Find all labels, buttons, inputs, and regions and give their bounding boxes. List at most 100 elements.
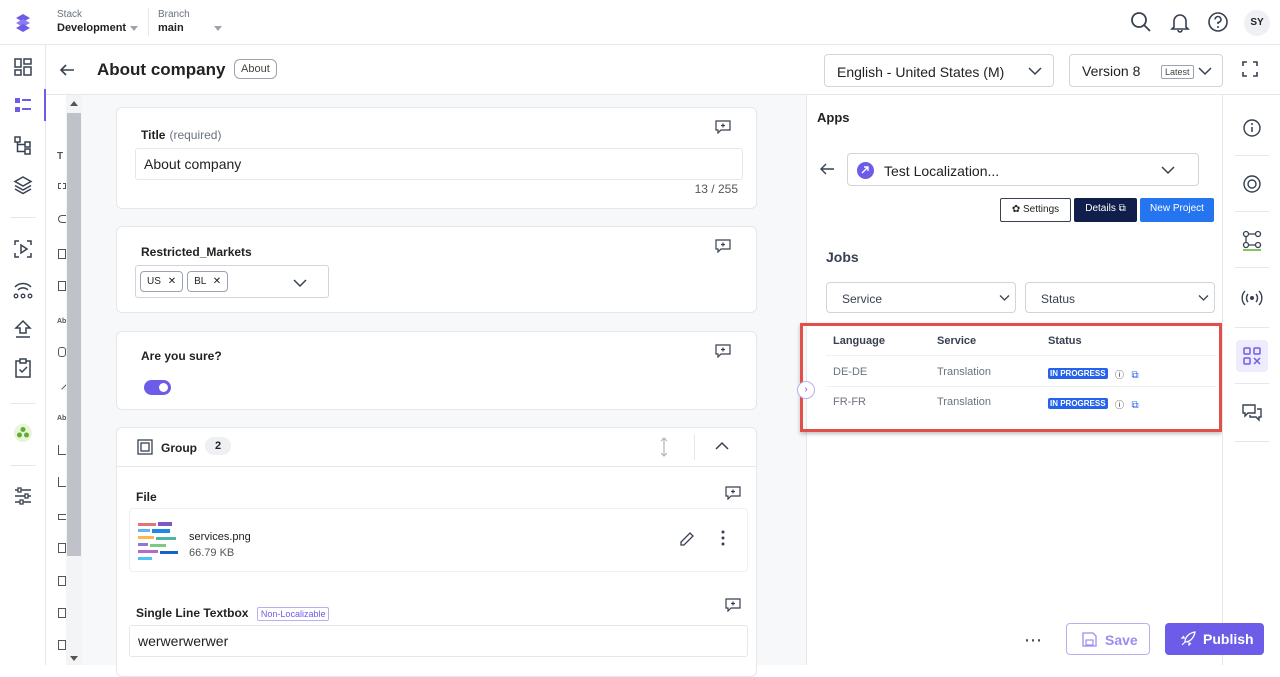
close-icon[interactable]: ✕ [213,276,221,287]
workflow-icon[interactable] [12,278,34,300]
field-type-icon [58,347,66,357]
chevron-up-icon[interactable] [715,441,729,451]
search-icon[interactable] [1130,11,1152,33]
file-label: File [136,490,157,504]
gear-icon: ✿ [1011,204,1021,215]
releases-icon[interactable] [12,238,34,260]
marketplace-icon[interactable] [12,422,34,444]
add-comment-icon[interactable] [715,344,731,358]
tasks-icon[interactable] [12,357,34,379]
divider [117,466,756,467]
broadcast-icon[interactable] [1241,287,1263,309]
chevron-down-icon [1161,166,1175,175]
single-line-label: Single Line Textbox [136,606,249,620]
comments-icon[interactable] [1241,402,1263,424]
file-attachment[interactable]: services.png 66.79 KB [129,508,748,572]
entries-icon[interactable] [12,94,34,116]
more-vertical-icon[interactable] [720,529,726,547]
dashboard-icon[interactable] [12,56,34,78]
publish-button[interactable]: Publish [1165,623,1264,655]
rail-divider [1235,327,1269,328]
locale-dropdown[interactable]: English - United States (M) [824,54,1054,87]
new-project-button[interactable]: New Project [1140,198,1214,222]
stack-value: Development [57,22,127,34]
app-selector-dropdown[interactable]: Test Localization... [847,153,1199,186]
add-comment-icon[interactable] [715,120,731,134]
file-thumbnail [136,519,182,563]
back-arrow-icon[interactable] [58,61,76,79]
add-comment-icon[interactable] [715,239,731,253]
content-models-icon[interactable] [12,134,34,156]
stack-label: Stack [57,9,83,20]
help-icon[interactable] [1207,11,1229,33]
assets-icon[interactable] [12,174,34,196]
restricted-markets-select[interactable]: US ✕ BL ✕ [135,265,329,298]
service-filter-dropdown[interactable]: Service [826,282,1016,313]
focus-target-icon[interactable] [1241,173,1263,195]
status-filter-dropdown[interactable]: Status [1025,282,1215,313]
content-type-pill[interactable]: About [234,59,277,79]
are-you-sure-label: Are you sure? [141,349,222,363]
deploy-icon[interactable] [12,318,34,340]
single-line-input[interactable]: werwerwerwer [129,625,748,657]
apps-icon[interactable] [1241,345,1263,367]
status-cell: IN PROGRESS ⓘ ⧉ [1048,395,1139,413]
app-logo-icon[interactable] [12,11,34,33]
market-tag-us[interactable]: US ✕ [140,271,184,292]
table-row: DE-DE Translation IN PROGRESS ⓘ ⧉ [826,356,1217,386]
file-size: 66.79 KB [189,547,235,559]
latest-badge: Latest [1161,65,1194,79]
details-button[interactable]: Details ⧉ [1074,198,1137,222]
title-input[interactable]: About company [135,148,743,180]
add-comment-icon[interactable] [725,486,741,500]
status-badge: IN PROGRESS [1048,398,1108,410]
entry-header: About company About English - United Sta… [46,45,1280,95]
field-hint: (required) [169,128,222,142]
text-field-glyph: Ab [57,318,67,325]
scroll-up-icon[interactable] [70,101,78,106]
branch-label: Branch [158,9,190,20]
status-cell: IN PROGRESS ⓘ ⧉ [1048,365,1139,383]
title-field-label: Title (required) [141,126,221,144]
branch-selector[interactable]: Branch main [158,9,222,34]
edit-pencil-icon[interactable] [679,531,695,547]
settings-sliders-icon[interactable] [12,485,34,507]
drag-handle-icon[interactable] [657,437,671,457]
scrollbar-thumb[interactable] [67,113,81,556]
back-arrow-icon[interactable] [819,162,835,176]
info-icon[interactable] [1241,117,1263,139]
stack-selector[interactable]: Stack Development [57,9,139,34]
group-field-icon [58,608,66,618]
field-structure-column: T Ab Ab [46,95,68,665]
jobs-table: Language Service Status DE-DE Translatio… [826,335,1217,415]
group-label: Group [161,441,197,455]
are-you-sure-card: Are you sure? [116,331,757,410]
market-tag-bl[interactable]: BL ✕ [187,271,229,292]
collapse-panel-icon[interactable]: › [797,381,815,399]
add-comment-icon[interactable] [725,598,741,612]
external-link-icon[interactable]: ⧉ [1132,400,1139,411]
field-label: Title [141,128,166,142]
workflow-nodes-icon[interactable] [1241,229,1263,251]
external-link-icon[interactable]: ⧉ [1132,370,1139,381]
scroll-down-icon[interactable] [70,656,78,661]
chevron-down-icon [213,25,222,31]
save-icon [1082,632,1097,647]
user-avatar[interactable]: SY [1244,10,1270,36]
chevron-down-icon [130,25,139,31]
info-icon[interactable]: ⓘ [1115,400,1124,410]
more-actions-icon[interactable]: ⋯ [1024,630,1043,651]
text-field-glyph: T [57,151,64,162]
are-you-sure-toggle[interactable] [144,380,171,395]
chevron-down-icon [1198,295,1209,301]
chart-field-icon [58,477,66,487]
apps-panel-title: Apps [817,110,850,125]
close-icon[interactable]: ✕ [168,276,176,287]
fullscreen-icon[interactable] [1241,60,1259,78]
version-dropdown[interactable]: Version 8 Latest [1069,54,1223,87]
notifications-bell-icon[interactable] [1169,11,1191,33]
save-button[interactable]: Save [1066,623,1150,655]
settings-button[interactable]: ✿ Settings [1000,198,1071,222]
tag-label: BL [194,276,206,287]
info-icon[interactable]: ⓘ [1115,370,1124,380]
